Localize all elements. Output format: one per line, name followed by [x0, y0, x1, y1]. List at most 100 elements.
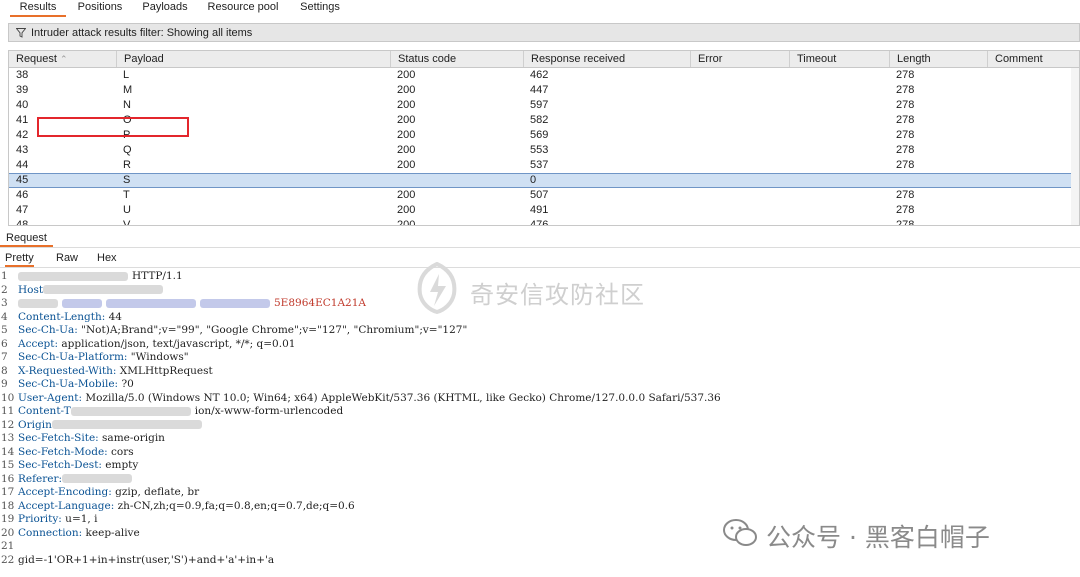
header-name: Content-T — [18, 405, 71, 417]
table-cell: 42 — [16, 129, 29, 141]
tab-request[interactable]: Request — [0, 231, 53, 247]
table-scrollbar[interactable] — [1071, 68, 1079, 225]
table-row[interactable]: 40 N 200 597 278 — [9, 98, 1079, 113]
line-number: 15 — [1, 459, 15, 471]
line-content: Sec-Ch-Ua-Mobile: ?0 — [18, 378, 134, 392]
table-row[interactable]: 39 M 200 447 278 — [9, 83, 1079, 98]
table-cell: 597 — [530, 99, 549, 111]
line-number: 3 — [1, 297, 8, 309]
table-cell: M — [123, 84, 133, 96]
table-row[interactable]: 48 V 200 476 278 — [9, 218, 1079, 226]
table-cell: V — [123, 219, 131, 226]
table-cell: 278 — [896, 159, 915, 171]
header-name: Accept-Language: — [18, 499, 115, 512]
table-cell: 40 — [16, 99, 29, 111]
request-section-tabs: Request — [0, 231, 1080, 247]
table-cell: 200 — [397, 99, 416, 111]
table-row[interactable]: 47 U 200 491 278 — [9, 203, 1079, 218]
column-header-response-received[interactable]: Response received — [523, 51, 690, 67]
watermark-account-name: 公众号 · 黑客白帽子 — [766, 523, 990, 552]
header-name: Sec-Ch-Ua-Platform: — [18, 351, 128, 363]
line-content: Content-Length: 44 — [18, 311, 122, 325]
tab-positions[interactable]: Positions — [74, 0, 126, 15]
header-name: Connection: — [18, 526, 83, 539]
line-number: 13 — [1, 432, 15, 444]
header-value: keep-alive — [82, 526, 140, 539]
line-number: 12 — [1, 418, 15, 431]
tab-resource-pool[interactable]: Resource pool — [205, 0, 281, 15]
table-cell: 278 — [896, 84, 915, 96]
table-row[interactable]: 44 R 200 537 278 — [9, 158, 1079, 173]
header-value: 44 — [105, 310, 122, 323]
header-name: Sec-Ch-Ua-Mobile: — [18, 378, 119, 390]
tab-settings[interactable]: Settings — [294, 0, 346, 15]
header-name: Sec-Fetch-Dest: — [18, 459, 102, 471]
line-content: Sec-Fetch-Site: same-origin — [18, 432, 165, 446]
tab-payloads[interactable]: Payloads — [139, 0, 191, 15]
table-header: Request ⌃ Payload Status code Response re… — [9, 51, 1079, 68]
line-content: 5E8964EC1A21A — [18, 297, 366, 311]
table-cell: T — [123, 189, 130, 201]
table-cell: 278 — [896, 69, 915, 81]
line-number: 21 — [1, 540, 15, 552]
line-number: 14 — [1, 445, 15, 458]
table-row[interactable]: 45 S 0 — [9, 173, 1079, 188]
line-number: 22 — [1, 553, 15, 566]
table-cell: Q — [123, 144, 132, 156]
header-name: Origin — [18, 418, 52, 431]
table-row[interactable]: 38 L 200 462 278 — [9, 68, 1079, 83]
column-header-request[interactable]: Request ⌃ — [9, 51, 116, 67]
line-number: 8 — [1, 364, 8, 377]
line-number: 17 — [1, 486, 15, 498]
column-header-comment[interactable]: Comment — [987, 51, 1079, 67]
redacted-blur — [106, 298, 196, 308]
line-content: Referer: — [18, 473, 136, 487]
table-cell: 278 — [896, 204, 915, 216]
table-cell: 200 — [397, 219, 416, 226]
header-value: "Windows" — [127, 351, 189, 363]
tab-hex[interactable]: Hex — [97, 251, 117, 265]
header-value: empty — [101, 459, 139, 471]
line-content: Origin — [18, 419, 206, 433]
tab-results[interactable]: Results — [10, 0, 66, 17]
table-cell: 47 — [16, 204, 29, 216]
table-row[interactable]: 46 T 200 507 278 — [9, 188, 1079, 203]
header-name: Sec-Fetch-Mode: — [18, 445, 108, 458]
sort-ascending-icon: ⌃ — [59, 54, 68, 64]
line-number: 4 — [1, 310, 8, 323]
tab-raw[interactable]: Raw — [56, 251, 78, 265]
table-cell: 537 — [530, 159, 549, 171]
header-value: XMLHttpRequest — [116, 364, 213, 377]
line-content: Connection: keep-alive — [18, 527, 140, 541]
column-header-length[interactable]: Length — [889, 51, 987, 67]
header-name: Accept: — [18, 337, 59, 350]
redacted-blur — [43, 285, 164, 294]
header-value: Mozilla/5.0 (Windows NT 10.0; Win64; x64… — [82, 391, 721, 404]
header-value: zh-CN,zh;q=0.9,fa;q=0.8,en;q=0.7,de;q=0.… — [114, 499, 355, 512]
redacted-blur — [70, 406, 191, 416]
line-content: Accept: application/json, text/javascrip… — [18, 338, 295, 352]
table-cell: 491 — [530, 204, 549, 216]
table-cell: R — [123, 159, 131, 171]
filter-icon — [16, 28, 26, 38]
results-filter-bar[interactable]: Intruder attack results filter: Showing … — [8, 23, 1080, 42]
table-row[interactable]: 43 Q 200 553 278 — [9, 143, 1079, 158]
table-cell: 278 — [896, 129, 915, 141]
table-cell: 278 — [896, 144, 915, 156]
column-header-status-code[interactable]: Status code — [390, 51, 523, 67]
line-content: X-Requested-With: XMLHttpRequest — [18, 365, 213, 379]
column-label: Request — [16, 53, 57, 65]
line-number: 19 — [1, 513, 15, 525]
line-content: Host — [18, 284, 167, 298]
redacted-blur — [51, 420, 202, 429]
column-header-payload[interactable]: Payload — [116, 51, 390, 67]
watermark-text: 奇安信攻防社区 — [470, 281, 645, 309]
line-content: Sec-Fetch-Dest: empty — [18, 459, 138, 473]
table-cell: 507 — [530, 189, 549, 201]
line-number: 5 — [1, 324, 8, 336]
header-value: "Not)A;Brand";v="99", "Google Chrome";v=… — [77, 324, 468, 336]
tab-pretty[interactable]: Pretty — [5, 251, 34, 267]
column-header-timeout[interactable]: Timeout — [789, 51, 889, 67]
column-header-error[interactable]: Error — [690, 51, 789, 67]
line-number: 9 — [1, 378, 8, 390]
